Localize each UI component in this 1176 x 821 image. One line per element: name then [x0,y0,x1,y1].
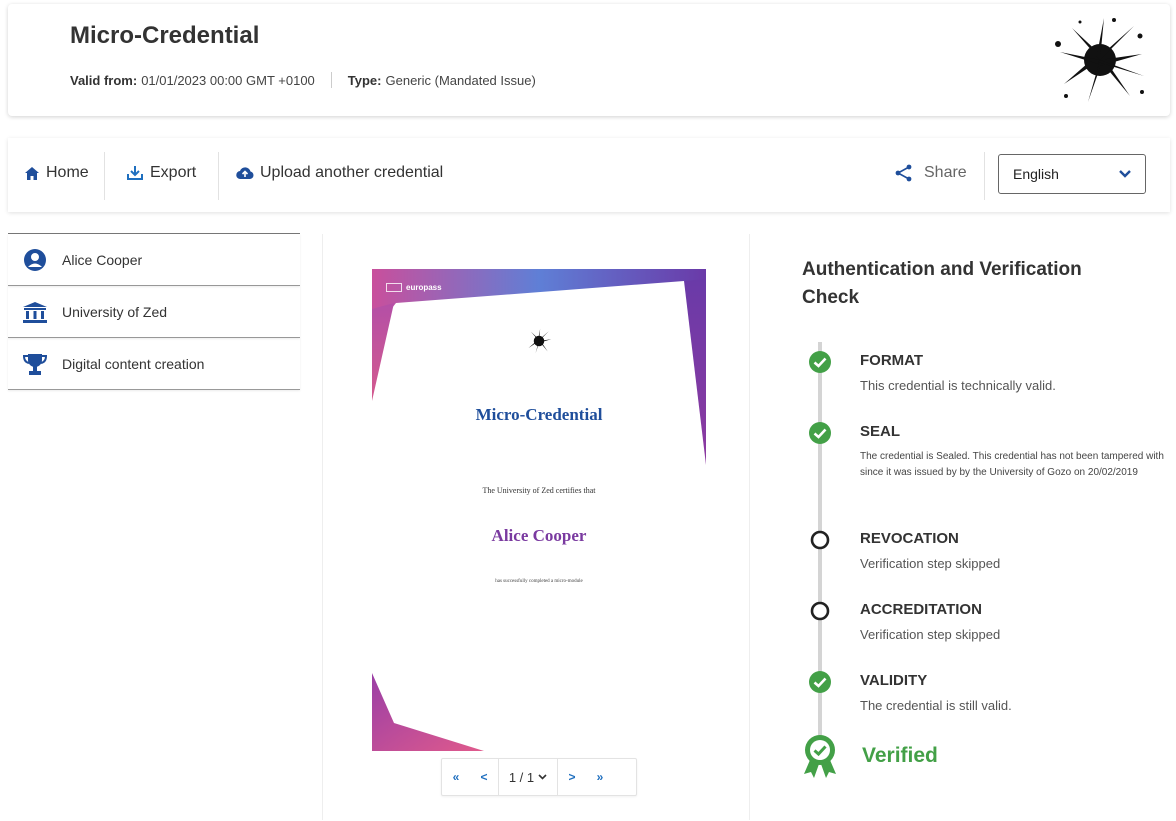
toolbar: Home Export Upload another credential Sh… [8,138,1170,212]
toolbar-divider [104,152,105,200]
ink-splat-logo-icon [528,328,552,354]
step-description: Verification step skipped [860,556,1001,571]
step-title: FORMAT [860,352,924,369]
valid-from-value: 01/01/2023 00:00 GMT +0100 [141,72,315,88]
sidebar-item-achievement[interactable]: Digital content creation [8,338,300,390]
verified-badge-icon [804,735,836,778]
trophy-icon [20,352,50,376]
credential-document-preview: europass Micro-Credential The University… [372,269,706,751]
document-holder-name: Alice Cooper [491,526,587,545]
empty-circle-icon [810,601,830,621]
toolbar-divider [984,152,985,200]
step-description: This credential is technically valid. [860,378,1056,393]
share-icon [895,164,912,182]
home-icon [25,166,39,180]
export-label: Export [150,164,197,181]
eu-flag-icon [386,283,402,292]
share-button[interactable]: Share [894,164,967,182]
europass-label: europass [406,283,442,292]
step-title: VALIDITY [860,672,928,689]
chevron-down-icon [538,774,547,780]
download-icon [127,166,143,180]
check-circle-icon [809,422,831,444]
step-title: REVOCATION [860,530,959,547]
home-label: Home [46,164,89,181]
sidebar-item-label: University of Zed [62,303,168,320]
europass-brand: europass [386,283,442,292]
first-page-button[interactable]: « [442,770,470,784]
step-title: SEAL [860,423,901,440]
sidebar-item-issuer[interactable]: University of Zed [8,286,300,338]
check-circle-icon [809,671,831,693]
last-page-button[interactable]: » [586,770,614,784]
page-indicator: 1 / 1 [508,769,535,785]
language-select[interactable]: English [998,154,1146,194]
verification-result: Verified [802,734,938,778]
verified-label: Verified [862,744,938,767]
export-button[interactable]: Export [126,164,196,182]
step-description: The credential is still valid. [860,698,1012,713]
empty-circle-icon [810,530,830,550]
share-label: Share [924,164,967,181]
page-title: Micro-Credential [70,22,260,49]
institution-icon [20,301,50,323]
check-circle-icon [809,351,831,373]
chevron-down-icon [1119,170,1131,178]
credential-header: Micro-Credential Valid from: 01/01/2023 … [8,4,1170,116]
step-title: ACCREDITATION [860,601,982,618]
credential-preview-panel: europass Micro-Credential The University… [322,234,750,820]
credential-sidebar: Alice Cooper University of Zed Digital c… [8,233,300,390]
toolbar-divider [218,152,219,200]
home-button[interactable]: Home [24,164,89,182]
step-description: Verification step skipped [860,627,1001,642]
document-title: Micro-Credential [475,405,603,424]
upload-label: Upload another credential [260,164,444,181]
upload-credential-button[interactable]: Upload another credential [236,164,443,182]
cloud-upload-icon [236,167,254,180]
page-select[interactable]: 1 / 1 [498,759,558,795]
valid-from-label: Valid from: [70,72,138,88]
document-completion-text: has successfully completed a micro-modul… [495,579,583,584]
next-page-button[interactable]: > [558,770,586,784]
sidebar-item-label: Alice Cooper [62,251,143,268]
document-pager: « < 1 / 1 > » [441,758,637,796]
verification-panel: Authentication and Verification Check FO… [802,256,1172,778]
meta-divider [330,72,332,88]
user-circle-icon [20,248,50,272]
type-label: Type: [347,72,382,88]
sidebar-item-holder[interactable]: Alice Cooper [8,234,300,286]
type-value: Generic (Mandated Issue) [385,72,536,88]
ink-splat-logo-icon [1055,18,1144,102]
verification-title: Authentication and Verification Check [802,259,1082,308]
credential-meta: Valid from: 01/01/2023 00:00 GMT +0100 T… [70,72,536,88]
step-description: The credential is Sealed. This credentia… [860,451,1164,478]
sidebar-item-label: Digital content creation [62,355,205,372]
prev-page-button[interactable]: < [470,770,498,784]
document-certifies-text: The University of Zed certifies that [482,486,596,495]
language-value: English [1013,166,1059,182]
